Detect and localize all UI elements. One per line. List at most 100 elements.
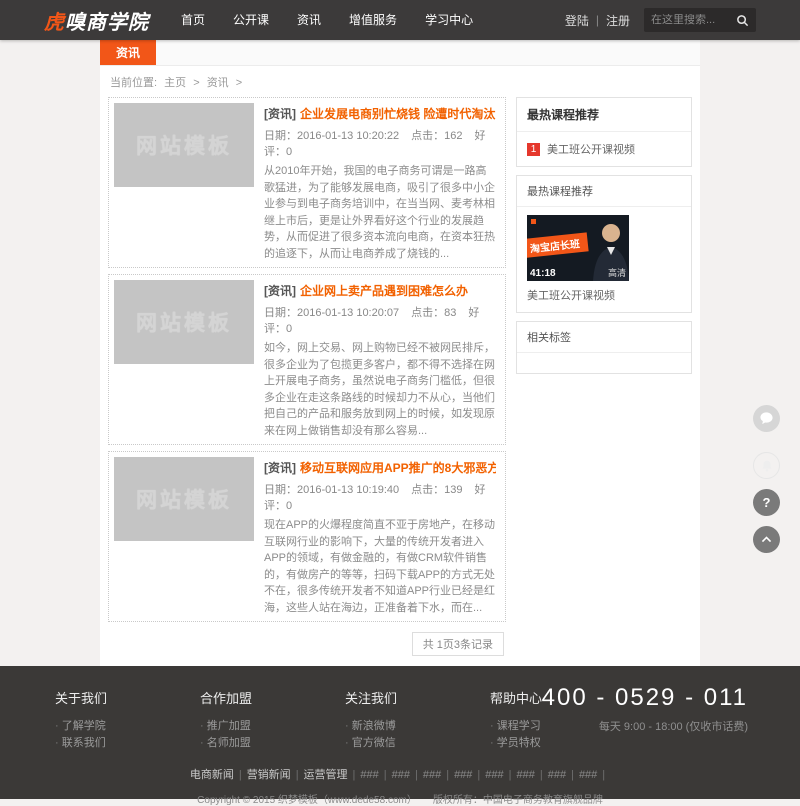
article-meta: 日期：2016-01-13 10:20:22点击：162好评：0 — [264, 127, 496, 159]
link-separator: | — [296, 769, 299, 781]
article-clicks: 点击：139 — [411, 484, 462, 496]
nav-item-value-services[interactable]: 增值服务 — [335, 0, 411, 40]
thumbnail-watermark: 网站模板 — [136, 307, 232, 337]
link-separator: | — [384, 769, 387, 781]
hot-course-link[interactable]: 美工班公开课视频 — [547, 141, 635, 157]
related-tags-body — [517, 353, 691, 373]
footer-col-title: 合作加盟 — [200, 688, 345, 707]
article-title-link[interactable]: 移动互联网应用APP推广的8大邪恶方式 — [300, 461, 496, 475]
link-separator: | — [353, 769, 356, 781]
footer-link[interactable]: 推广加盟 — [200, 718, 345, 735]
article-title-row: [资讯]企业发展电商别忙烧钱 险遭时代淘汰 — [264, 105, 496, 122]
video-course-box: 最热课程推荐 淘宝店长班 41:18 高清 美工班公开课视频 — [516, 175, 692, 313]
video-box-title: 最热课程推荐 — [517, 176, 691, 207]
article-thumbnail[interactable]: 网站模板 — [114, 280, 254, 364]
article-item: 网站模板 [资讯] 企业网上卖产品遇到困难怎么办 日期：2016-01-13 10… — [108, 274, 506, 445]
video-quality-badge: 高清 — [608, 266, 626, 279]
footer: 关于我们 了解学院 联系我们 合作加盟 推广加盟 名师加盟 关注我们 新浪微博 … — [0, 666, 800, 799]
link-separator: | — [446, 769, 449, 781]
nav-item-learning-center[interactable]: 学习中心 — [411, 0, 487, 40]
rank-badge: 1 — [527, 143, 540, 156]
footer-row-link[interactable]: ### — [360, 769, 378, 781]
article-thumbnail[interactable]: 网站模板 — [114, 457, 254, 541]
back-to-top-button[interactable] — [753, 526, 780, 553]
logo-first-char: 虎 — [44, 12, 65, 34]
article-date: 日期：2016-01-13 10:19:40 — [264, 484, 399, 496]
footer-link[interactable]: 联系我们 — [55, 735, 200, 752]
search-input[interactable] — [651, 14, 736, 26]
breadcrumb-sep: > — [193, 77, 199, 89]
tab-news-active[interactable]: 资讯 — [100, 40, 156, 65]
footer-row-link[interactable]: 运营管理 — [304, 769, 348, 781]
search-icon[interactable] — [736, 14, 749, 27]
link-separator: | — [415, 769, 418, 781]
search-box[interactable] — [644, 8, 756, 32]
main-nav: 首页 公开课 资讯 增值服务 学习中心 — [167, 0, 487, 40]
breadcrumb-home[interactable]: 主页 — [164, 77, 186, 89]
footer-row-link[interactable]: ### — [485, 769, 503, 781]
footer-link[interactable]: 官方微信 — [345, 735, 490, 752]
footer-row-link[interactable]: ### — [517, 769, 535, 781]
article-list: 网站模板 [资讯]企业发展电商别忙烧钱 险遭时代淘汰 日期：2016-01-13… — [108, 97, 506, 656]
help-button[interactable]: ? — [753, 489, 780, 516]
video-wrap: 淘宝店长班 41:18 高清 美工班公开课视频 — [517, 207, 691, 312]
hot-course-box: 最热课程推荐 1 美工班公开课视频 — [516, 97, 692, 167]
article-date: 日期：2016-01-13 10:20:07 — [264, 307, 399, 319]
footer-links-row: 电商新闻 | 营销新闻 | 运营管理 | ### | ### | ### | ### | ### | ### | #… — [0, 766, 800, 782]
login-link[interactable]: 登陆 — [565, 12, 589, 29]
footer-row-link[interactable]: ### — [392, 769, 410, 781]
footer-row-link[interactable]: ### — [579, 769, 597, 781]
footer-link[interactable]: 学员特权 — [490, 735, 635, 752]
register-link[interactable]: 注册 — [606, 12, 630, 29]
qq-chat-button[interactable] — [753, 405, 780, 432]
video-banner: 淘宝店长班 — [527, 232, 589, 258]
footer-col-follow: 关注我们 新浪微博 官方微信 — [345, 688, 490, 752]
footer-col-about: 关于我们 了解学院 联系我们 — [55, 688, 200, 752]
article-item: 网站模板 [资讯]企业发展电商别忙烧钱 险遭时代淘汰 日期：2016-01-13… — [108, 97, 506, 268]
footer-link[interactable]: 新浪微博 — [345, 718, 490, 735]
header-right: 登陆 | 注册 — [565, 8, 756, 32]
hot-course-title: 最热课程推荐 — [517, 98, 691, 132]
breadcrumb: 当前位置: 主页 > 资讯 > — [100, 66, 700, 97]
article-text: [资讯]企业发展电商别忙烧钱 险遭时代淘汰 日期：2016-01-13 10:2… — [254, 103, 500, 262]
nav-item-home[interactable]: 首页 — [167, 0, 219, 40]
notification-bell-button[interactable] — [753, 452, 780, 479]
link-separator: | — [239, 769, 242, 781]
article-thumbnail[interactable]: 网站模板 — [114, 103, 254, 187]
link-separator: | — [602, 769, 605, 781]
article-title-link[interactable]: 企业网上卖产品遇到困难怎么办 — [300, 284, 468, 298]
footer-link[interactable]: 了解学院 — [55, 718, 200, 735]
logo-rest: 嗅商学院 — [65, 12, 149, 34]
footer-link[interactable]: 名师加盟 — [200, 735, 345, 752]
footer-row-link[interactable]: 营销新闻 — [247, 769, 291, 781]
copyright-right: 版权所有：中国电子商务教育旗舰品牌 — [433, 795, 603, 806]
hot-course-item[interactable]: 1 美工班公开课视频 — [517, 132, 691, 166]
breadcrumb-current[interactable]: 资讯 — [207, 77, 229, 89]
footer-col-title: 关注我们 — [345, 688, 490, 707]
nav-item-news[interactable]: 资讯 — [283, 0, 335, 40]
site-logo[interactable]: 虎嗅商学院 — [44, 6, 149, 35]
article-category: [资讯] — [264, 461, 296, 475]
article-title-link[interactable]: 企业发展电商别忙烧钱 险遭时代淘汰 — [300, 107, 495, 121]
footer-col-title: 关于我们 — [55, 688, 200, 707]
pagination-info: 共 1页3条记录 — [412, 632, 504, 656]
main-area: 网站模板 [资讯]企业发展电商别忙烧钱 险遭时代淘汰 日期：2016-01-13… — [100, 97, 700, 656]
footer-row-link[interactable]: ### — [454, 769, 472, 781]
article-summary: 如今，网上交易、网上购物已经不被网民排斥，很多企业为了包揽更多客户，都不得不选择… — [264, 340, 496, 439]
video-thumbnail[interactable]: 淘宝店长班 41:18 高清 — [527, 215, 629, 281]
nav-item-open-course[interactable]: 公开课 — [219, 0, 283, 40]
article-title-row: [资讯] 企业网上卖产品遇到困难怎么办 — [264, 282, 496, 299]
link-separator: | — [540, 769, 543, 781]
thumbnail-watermark: 网站模板 — [136, 484, 232, 514]
footer-row-link[interactable]: ### — [548, 769, 566, 781]
breadcrumb-sep: > — [236, 77, 242, 89]
article-meta: 日期：2016-01-13 10:20:07点击：83好评：0 — [264, 304, 496, 336]
video-caption-link[interactable]: 美工班公开课视频 — [527, 287, 681, 303]
article-date: 日期：2016-01-13 10:20:22 — [264, 130, 399, 142]
chevron-up-icon — [760, 533, 773, 546]
article-category: [资讯] — [264, 284, 296, 298]
footer-row-link[interactable]: 电商新闻 — [190, 769, 234, 781]
link-separator: | — [477, 769, 480, 781]
thumbnail-watermark: 网站模板 — [136, 130, 232, 160]
footer-row-link[interactable]: ### — [423, 769, 441, 781]
